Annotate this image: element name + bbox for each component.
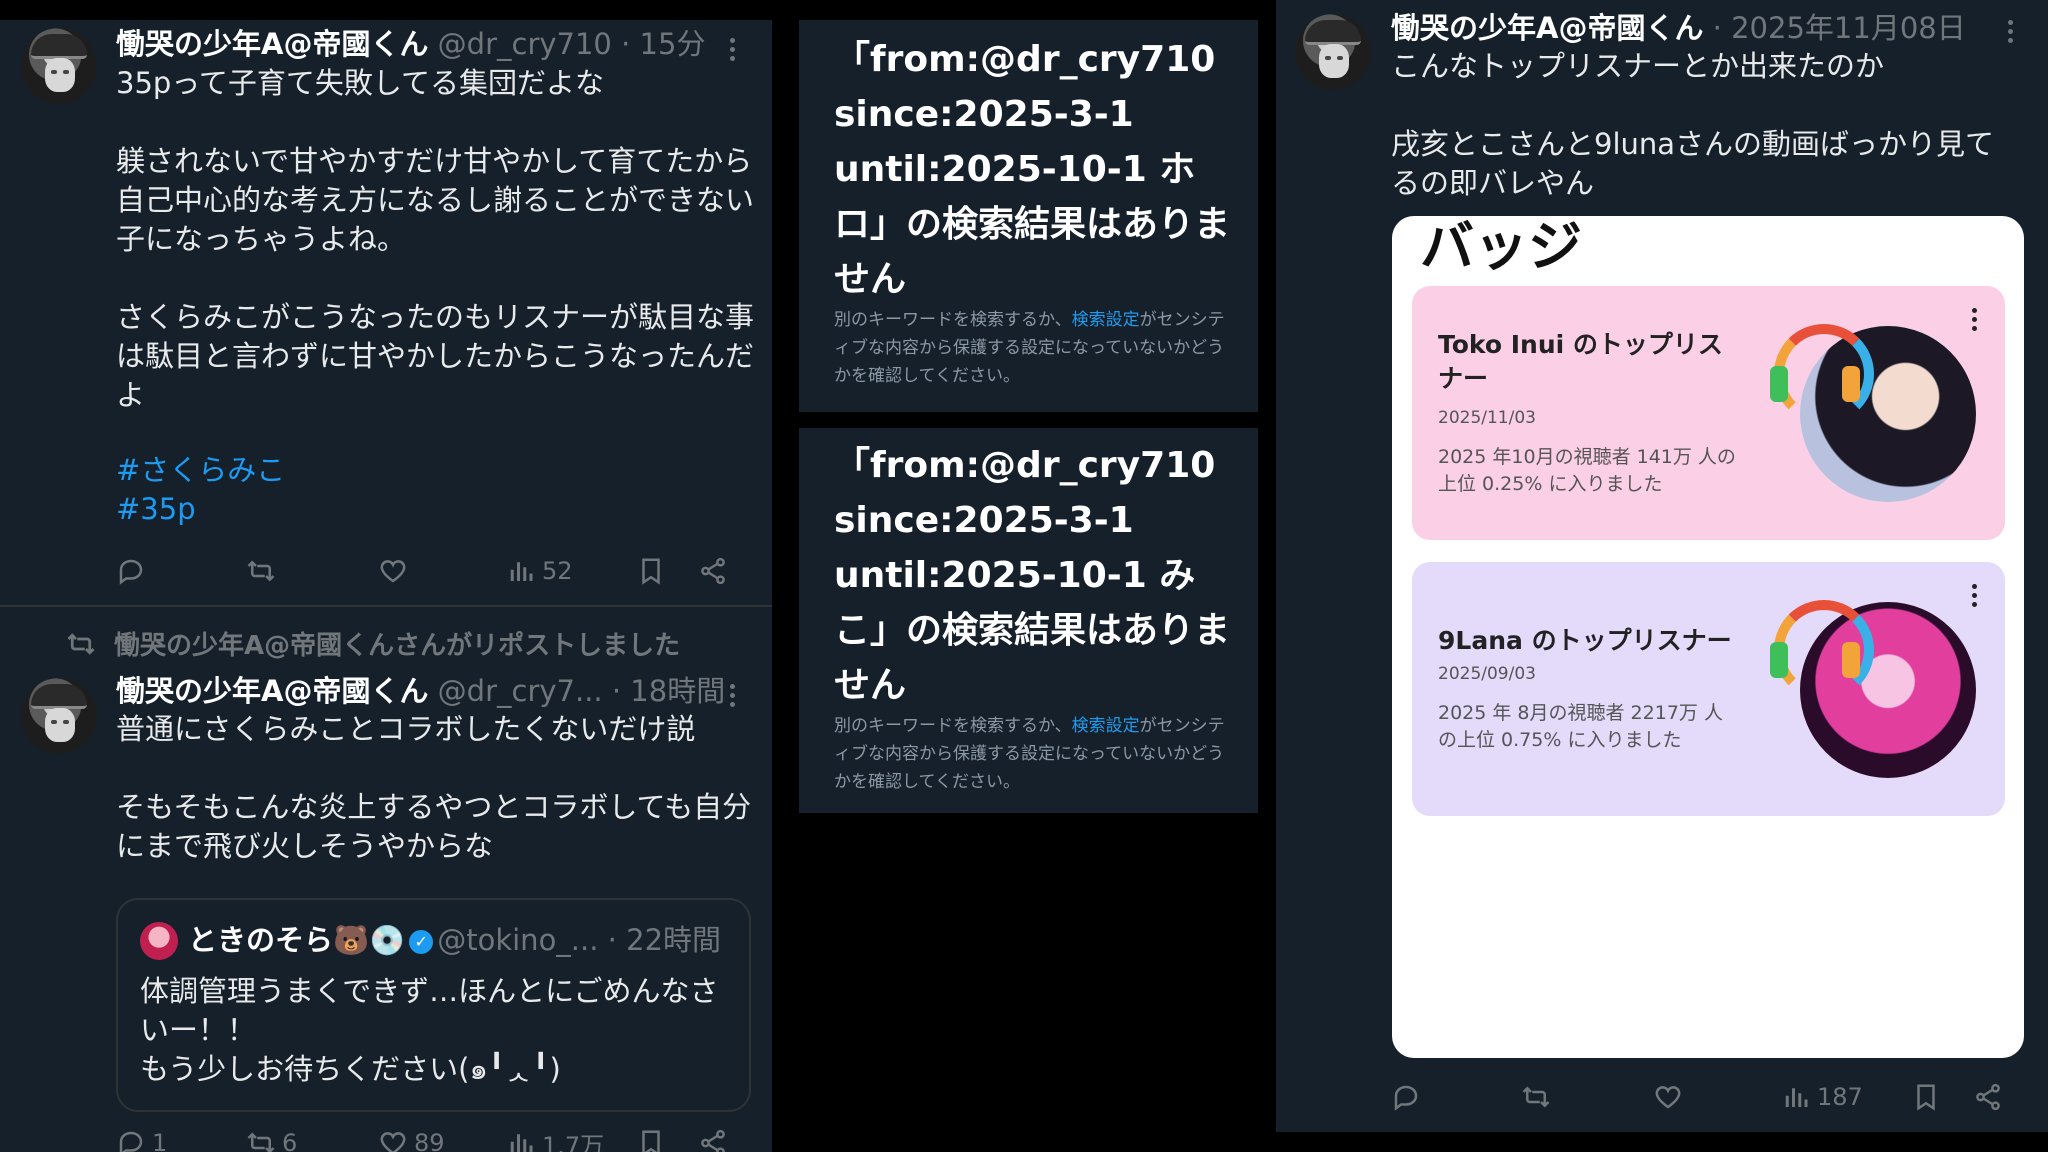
repost-icon bbox=[1522, 1086, 1550, 1108]
tweet-text: こんなトップリスナーとか出来たのか 戌亥とこさんと9lunaさんの動画ばっかり見… bbox=[1391, 49, 1995, 200]
reply-count: 1 bbox=[152, 1129, 168, 1152]
attached-image-badges[interactable]: バッジ Toko Inui のトップリスナー 2025/11/03 2025 年… bbox=[1392, 216, 2024, 1058]
heart-icon bbox=[1655, 1086, 1681, 1109]
repost-button[interactable]: 6 bbox=[246, 1123, 297, 1152]
badge-card-9lana[interactable]: 9Lana のトップリスナー 2025/09/03 2025 年 8月の視聴者 … bbox=[1412, 562, 2005, 816]
search-result-panel-2: 「from:@dr_cry710 since:2025-3-1 until:20… bbox=[799, 428, 1258, 813]
badge-description: 2025 年 8月の視聴者 2217万 人の上位 0.75% に入りました bbox=[1438, 702, 1723, 751]
no-results-hint: 別のキーワードを検索するか、検索設定がセンシティブな内容から保護する設定になって… bbox=[834, 310, 1225, 386]
action-bar: 1 6 89 1.7万 bbox=[116, 1123, 756, 1152]
no-results-heading: 「from:@dr_cry710 since:2025-3-1 until:20… bbox=[834, 39, 1231, 300]
views-button[interactable]: 187 bbox=[1781, 1077, 1863, 1117]
analytics-icon bbox=[510, 1134, 533, 1152]
repost-icon bbox=[247, 1132, 275, 1152]
search-settings-link[interactable]: 検索設定 bbox=[1072, 310, 1140, 330]
more-options-icon[interactable] bbox=[2008, 20, 2013, 43]
bookmark-button[interactable] bbox=[636, 1123, 666, 1152]
views-count: 1.7万 bbox=[542, 1131, 605, 1152]
badge-title: Toko Inui のトップリスナー bbox=[1438, 330, 1723, 393]
share-icon bbox=[701, 1129, 725, 1152]
repost-count: 6 bbox=[282, 1129, 298, 1152]
badge-date: 2025/09/03 bbox=[1438, 664, 1536, 684]
analytics-icon bbox=[1785, 1088, 1808, 1107]
avatar[interactable] bbox=[21, 678, 97, 754]
like-button[interactable] bbox=[1653, 1077, 1689, 1117]
badge-description: 2025 年10月の視聴者 141万 人の上位 0.25% に入りました bbox=[1438, 446, 1736, 495]
verified-badge-icon: ✓ bbox=[409, 930, 434, 954]
tweet-text: 普通にさくらみことコラボしたくないだけ説 そもそもこんな炎上するやつとコラボして… bbox=[116, 712, 752, 863]
more-options-icon[interactable] bbox=[1972, 584, 1977, 607]
action-bar: 187 bbox=[1391, 1077, 2031, 1117]
reply-icon bbox=[119, 1131, 143, 1152]
search-result-panel-1: 「from:@dr_cry710 since:2025-3-1 until:20… bbox=[799, 20, 1258, 412]
share-button[interactable] bbox=[1973, 1077, 2003, 1117]
left-timeline-panel: 慟哭の少年A@帝國くん @dr_cry710 · 15分 35pって子育て失敗し… bbox=[0, 20, 772, 1152]
more-options-icon[interactable] bbox=[1972, 308, 1977, 331]
bookmark-button[interactable] bbox=[1911, 1077, 1941, 1117]
quoted-author-name: ときのそら🐻💿 bbox=[188, 923, 406, 957]
like-button[interactable]: 89 bbox=[378, 1123, 445, 1152]
author-name[interactable]: 慟哭の少年A@帝國くん bbox=[1391, 11, 1703, 45]
no-results-hint: 別のキーワードを検索するか、検索設定がセンシティブな内容から保護する設定になって… bbox=[834, 716, 1225, 792]
badge-card-toko[interactable]: Toko Inui のトップリスナー 2025/11/03 2025 年10月の… bbox=[1412, 286, 2005, 540]
badge-date: 2025/11/03 bbox=[1438, 408, 1536, 428]
reply-button[interactable] bbox=[1391, 1077, 1427, 1117]
tweet-2[interactable]: 慟哭の少年A@帝國くん @dr_cry7... · 18時間 普通にさくらみこと… bbox=[0, 20, 772, 1152]
views-count: 187 bbox=[1817, 1083, 1863, 1111]
views-button[interactable]: 1.7万 bbox=[506, 1123, 604, 1152]
bookmark-icon bbox=[1917, 1084, 1935, 1111]
reply-icon bbox=[1394, 1085, 1418, 1111]
right-tweet-panel: 慟哭の少年A@帝國くん · 2025年11月08日 こんなトップリスナーとか出来… bbox=[1276, 0, 2048, 1132]
heart-icon bbox=[380, 1132, 406, 1152]
search-settings-link[interactable]: 検索設定 bbox=[1072, 716, 1140, 736]
quoted-avatar bbox=[140, 922, 178, 960]
reply-button[interactable]: 1 bbox=[116, 1123, 167, 1152]
repost-button[interactable] bbox=[1521, 1077, 1557, 1117]
share-icon bbox=[1976, 1083, 2000, 1111]
badge-page-title: バッジ bbox=[1420, 216, 1582, 278]
no-results-heading: 「from:@dr_cry710 since:2025-3-1 until:20… bbox=[834, 445, 1231, 706]
author-name[interactable]: 慟哭の少年A@帝國くん bbox=[116, 674, 428, 708]
quoted-handle-time: @tokino_... · 22時間 bbox=[437, 923, 722, 957]
post-date: · 2025年11月08日 bbox=[1712, 11, 1966, 45]
badge-title: 9Lana のトップリスナー bbox=[1438, 626, 1732, 655]
bookmark-icon bbox=[642, 1130, 660, 1152]
quoted-tweet[interactable]: ときのそら🐻💿 ✓ @tokino_... · 22時間 体調管理うまくできず…ほん… bbox=[116, 898, 751, 1112]
like-count: 89 bbox=[414, 1129, 445, 1152]
share-button[interactable] bbox=[698, 1123, 728, 1152]
avatar[interactable] bbox=[1295, 14, 1371, 90]
author-handle-time: @dr_cry7... · 18時間 bbox=[437, 674, 726, 708]
quoted-text: 体調管理うまくできず…ほんとにごめんなさいー！！ もう少しお待ちください(๑╹ᆺ… bbox=[140, 974, 719, 1086]
more-options-icon[interactable] bbox=[730, 684, 735, 707]
